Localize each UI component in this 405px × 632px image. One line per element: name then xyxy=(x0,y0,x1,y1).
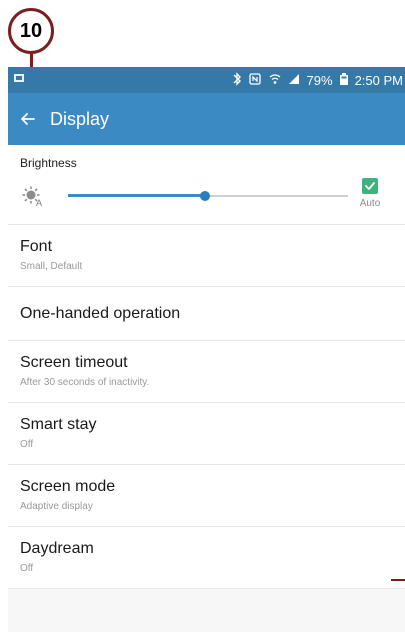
battery-text: 79% xyxy=(306,72,333,88)
item-subtitle: Adaptive display xyxy=(20,501,93,512)
item-title: Font xyxy=(20,238,53,255)
battery-icon xyxy=(339,72,349,88)
item-title: Daydream xyxy=(20,540,94,557)
callout-marker xyxy=(391,579,405,581)
svg-text:A: A xyxy=(36,198,42,208)
status-right: 79% 2:50 PM xyxy=(232,72,405,88)
settings-item-screen-mode[interactable]: Screen mode Adaptive display xyxy=(8,465,405,527)
action-bar: Display xyxy=(8,93,405,145)
item-subtitle: Off xyxy=(20,439,34,450)
settings-item-daydream[interactable]: Daydream Off xyxy=(8,527,405,589)
slider-fill xyxy=(68,194,206,197)
signal-icon xyxy=(288,72,301,88)
settings-item-screen-timeout[interactable]: Screen timeout After 30 seconds of inact… xyxy=(8,341,405,403)
brightness-label: Brightness xyxy=(20,156,77,170)
status-bar: 79% 2:50 PM xyxy=(8,67,405,93)
item-title: One-handed operation xyxy=(20,305,181,322)
brightness-auto-icon: A xyxy=(20,183,46,209)
auto-checkbox[interactable] xyxy=(362,178,378,194)
wifi-icon xyxy=(268,72,282,88)
status-left xyxy=(12,71,26,90)
screenshot-page: 10 79% 2:50 PM Display Brightness A Auto… xyxy=(0,0,405,632)
clock: 2:50 PM xyxy=(354,72,403,88)
step-callout: 10 xyxy=(8,8,54,54)
back-arrow-icon xyxy=(21,113,35,125)
item-title: Smart stay xyxy=(20,416,97,433)
auto-label: Auto xyxy=(359,198,381,209)
settings-item-smart-stay[interactable]: Smart stay Off xyxy=(8,403,405,465)
item-subtitle: After 30 seconds of inactivity. xyxy=(20,377,150,388)
page-title: Display xyxy=(50,108,110,129)
check-icon xyxy=(365,182,375,190)
item-title: Screen timeout xyxy=(20,354,128,371)
brightness-section: Brightness A Auto xyxy=(8,145,405,225)
back-button[interactable] xyxy=(16,107,40,131)
settings-item-font[interactable]: Font Small, Default xyxy=(8,225,405,287)
notification-icon xyxy=(12,71,26,90)
step-number: 10 xyxy=(19,19,43,42)
settings-list: Brightness A Auto Font Small, Default On… xyxy=(8,145,405,589)
brightness-slider[interactable] xyxy=(68,191,348,201)
bluetooth-icon xyxy=(232,72,242,88)
slider-thumb[interactable] xyxy=(200,191,211,201)
item-title: Screen mode xyxy=(20,478,116,495)
auto-brightness[interactable]: Auto xyxy=(355,178,385,209)
android-screen: 79% 2:50 PM Display Brightness A Auto Fo… xyxy=(8,67,405,632)
settings-item-one-handed-operation[interactable]: One-handed operation xyxy=(8,287,405,341)
brightness-row: A Auto xyxy=(20,178,395,212)
item-subtitle: Off xyxy=(20,563,34,574)
nfc-icon xyxy=(248,72,262,88)
item-subtitle: Small, Default xyxy=(20,261,83,272)
